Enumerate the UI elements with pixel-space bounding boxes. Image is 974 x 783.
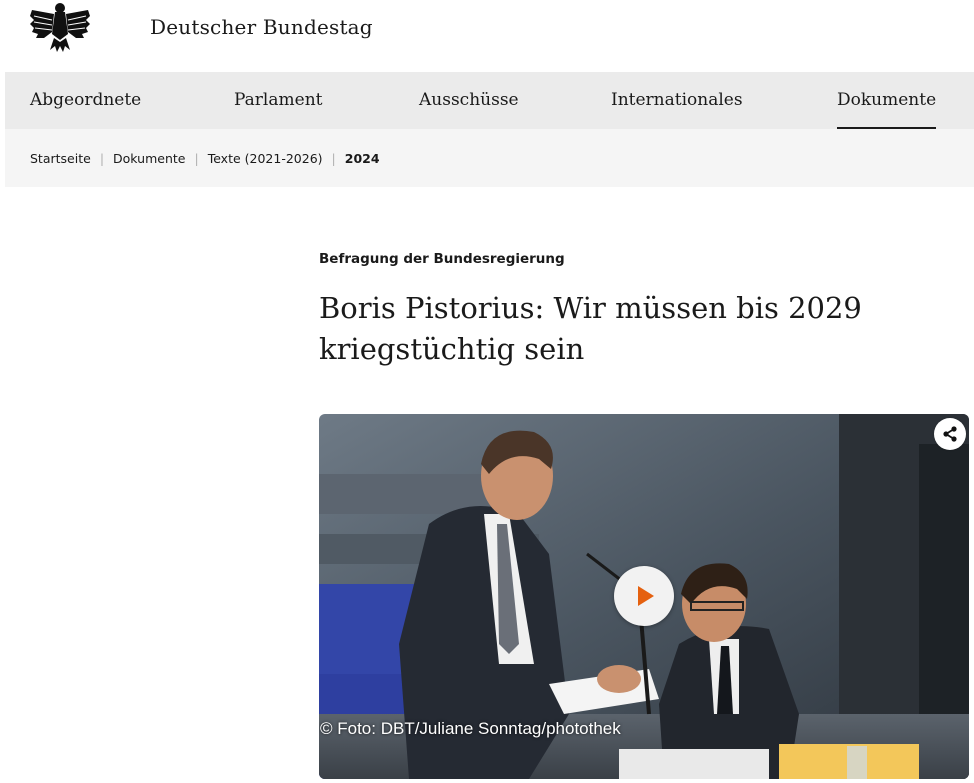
nav-item-dokumente[interactable]: Dokumente [837, 72, 937, 129]
breadcrumb-separator: | [99, 150, 105, 166]
share-icon [943, 426, 957, 442]
article-headline: Boris Pistorius: Wir müssen bis 2029 kri… [319, 291, 862, 366]
breadcrumb-separator: | [194, 150, 199, 166]
main-navigation: Abgeordnete Parlament Ausschüsse Interna… [5, 72, 974, 129]
share-button[interactable] [934, 418, 966, 450]
federal-eagle-icon [30, 3, 90, 52]
play-icon [638, 586, 654, 606]
site-header: Deutscher Bundestag [0, 0, 974, 72]
breadcrumb: Startseite | Dokumente | Texte (2021-202… [5, 129, 974, 187]
breadcrumb-texte[interactable]: Texte (2021-2026) [208, 151, 323, 166]
breadcrumb-dokumente[interactable]: Dokumente [113, 151, 185, 166]
photo-credit: © Foto: DBT/Juliane Sonntag/photothek [320, 719, 621, 738]
nav-item-internationales[interactable]: Internationales [611, 72, 743, 129]
bundestag-eagle-logo[interactable] [28, 0, 92, 56]
breadcrumb-startseite[interactable]: Startseite [30, 151, 91, 166]
nav-item-abgeordnete[interactable]: Abgeordnete [30, 72, 141, 129]
video-player[interactable]: © Foto: DBT/Juliane Sonntag/photothek [319, 414, 969, 779]
breadcrumb-separator: | [331, 150, 336, 166]
nav-item-ausschuesse[interactable]: Ausschüsse [419, 72, 519, 129]
nav-item-parlament[interactable]: Parlament [234, 72, 322, 129]
play-button[interactable] [614, 566, 674, 626]
site-title[interactable]: Deutscher Bundestag [150, 15, 373, 39]
article-kicker: Befragung der Bundesregierung [319, 251, 565, 267]
breadcrumb-current-2024: 2024 [344, 150, 380, 166]
